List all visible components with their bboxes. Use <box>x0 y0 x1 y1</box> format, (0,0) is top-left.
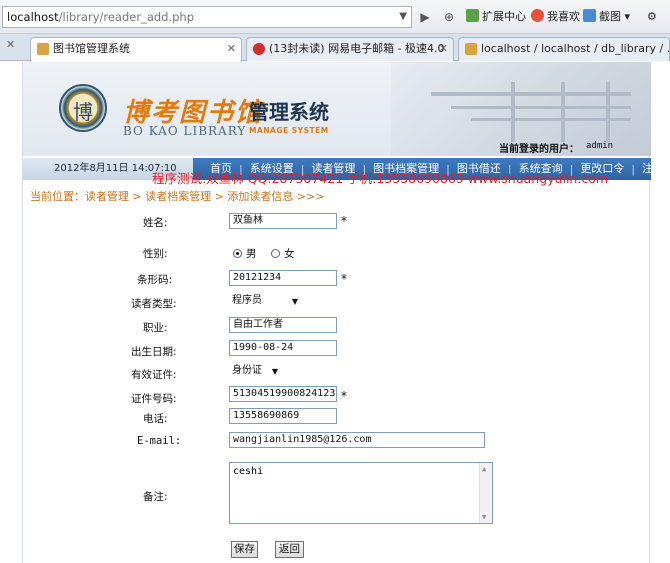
tab-library[interactable]: 图书馆管理系统 ✕ <box>30 37 242 62</box>
favorites-button[interactable]: 我喜欢 <box>531 9 580 25</box>
url-dropdown-icon[interactable]: ▼ <box>399 7 407 27</box>
gender-female-radio[interactable]: 女 <box>271 246 295 261</box>
name-input[interactable]: 双鱼林 <box>229 213 337 229</box>
job-label: 职业: <box>143 322 168 334</box>
id-type-label: 有效证件: <box>131 369 177 381</box>
name-label: 姓名: <box>143 217 168 229</box>
required-mark: * <box>341 389 347 403</box>
reader-type-select[interactable]: 程序员 ▼ <box>229 293 301 310</box>
scroll-down-icon: ▼ <box>482 513 487 521</box>
phone-label: 电话: <box>143 413 168 425</box>
gender-label: 性别: <box>143 248 168 260</box>
tab-favicon <box>253 43 265 55</box>
address-bar[interactable]: localhost/library/reader_add.php ▼ <box>2 6 412 28</box>
save-button[interactable]: 保存 <box>231 541 258 558</box>
logo-system: 管理系统 <box>249 100 329 124</box>
chevron-down-icon: ▼ <box>271 367 278 376</box>
gender-male-radio[interactable]: 男 <box>233 246 257 261</box>
breadcrumb: 当前位置：读者管理 > 读者档案管理 > 添加读者信息 >>> <box>30 190 325 203</box>
remark-textarea[interactable]: ceshi ▲ ▼ <box>229 462 493 524</box>
id-type-select[interactable]: 身份证 ▼ <box>229 363 281 380</box>
browser-toolbar: localhost/library/reader_add.php ▼ ▶ ⊕ 扩… <box>0 0 670 34</box>
birthday-input[interactable]: 1990-08-24 <box>229 340 337 356</box>
id-number-label: 证件号码: <box>131 393 177 405</box>
remark-label: 备注: <box>143 491 168 503</box>
tools-icon[interactable]: ⚙ <box>647 9 657 25</box>
screenshot-button[interactable]: 截图 ▾ <box>583 9 630 25</box>
barcode-label: 条形码: <box>137 274 173 286</box>
tab-phpmyadmin[interactable]: localhost / localhost / db_library / ... <box>458 37 670 61</box>
scroll-up-icon: ▲ <box>482 465 487 473</box>
textarea-scrollbar[interactable]: ▲ ▼ <box>479 463 492 523</box>
radio-icon <box>271 249 280 258</box>
tab-close-icon[interactable]: ✕ <box>227 38 236 60</box>
user-info: 当前登录的用户： admin <box>23 138 651 156</box>
tab-strip: ✕ 图书馆管理系统 ✕ (13封未读) 网易电子邮箱 - 极速4.0 ✕ loc… <box>0 34 670 62</box>
url-host: localhost <box>7 10 59 24</box>
site-banner: 博 博考图书馆 管理系统 BO KAO LIBRARY MANAGE SYSTE… <box>23 62 651 156</box>
library-seal-logo: 博 <box>59 84 107 132</box>
email-label: E-mail: <box>137 435 182 447</box>
job-input[interactable]: 自由工作者 <box>229 317 337 333</box>
extensions-icon <box>466 9 479 22</box>
barcode-input[interactable]: 20121234 <box>229 270 337 286</box>
extensions-button[interactable]: 扩展中心 <box>466 9 526 25</box>
scissors-icon <box>583 9 596 22</box>
menu-logout[interactable]: 注销 <box>635 158 670 180</box>
logo-english: BO KAO LIBRARY <box>123 124 247 138</box>
current-user: admin <box>586 141 614 151</box>
tab-favicon <box>465 43 477 55</box>
url-path: /library/reader_add.php <box>58 10 195 24</box>
reader-type-label: 读者类型: <box>131 298 177 310</box>
forward-icon[interactable]: ▶ <box>416 7 434 27</box>
tab-favicon <box>37 43 49 55</box>
phone-input[interactable]: 13558690869 <box>229 408 337 424</box>
tab-close-icon[interactable]: ✕ <box>439 38 448 60</box>
shield-icon[interactable]: ⊕ <box>440 7 458 27</box>
tab-mail[interactable]: (13封未读) 网易电子邮箱 - 极速4.0 ✕ <box>246 37 454 61</box>
logo-english-system: MANAGE SYSTEM <box>249 126 329 135</box>
radio-checked-icon <box>233 249 242 258</box>
id-number-input[interactable]: 513045199008241232 <box>229 386 337 402</box>
required-mark: * <box>341 214 347 228</box>
back-button[interactable]: 返回 <box>275 541 304 558</box>
remark-value: ceshi <box>233 466 264 477</box>
email-input[interactable]: wangjianlin1985@126.com <box>229 432 485 448</box>
chevron-down-icon: ▼ <box>291 297 298 306</box>
birthday-label: 出生日期: <box>131 346 177 358</box>
close-icon[interactable]: ✕ <box>6 38 15 51</box>
watermark-text: 程序测试:双鱼林 QQ:287307421 手机:13558690869 www… <box>152 171 609 186</box>
required-mark: * <box>341 272 347 286</box>
heart-icon <box>531 9 544 22</box>
current-user-label: 当前登录的用户： <box>499 144 579 155</box>
